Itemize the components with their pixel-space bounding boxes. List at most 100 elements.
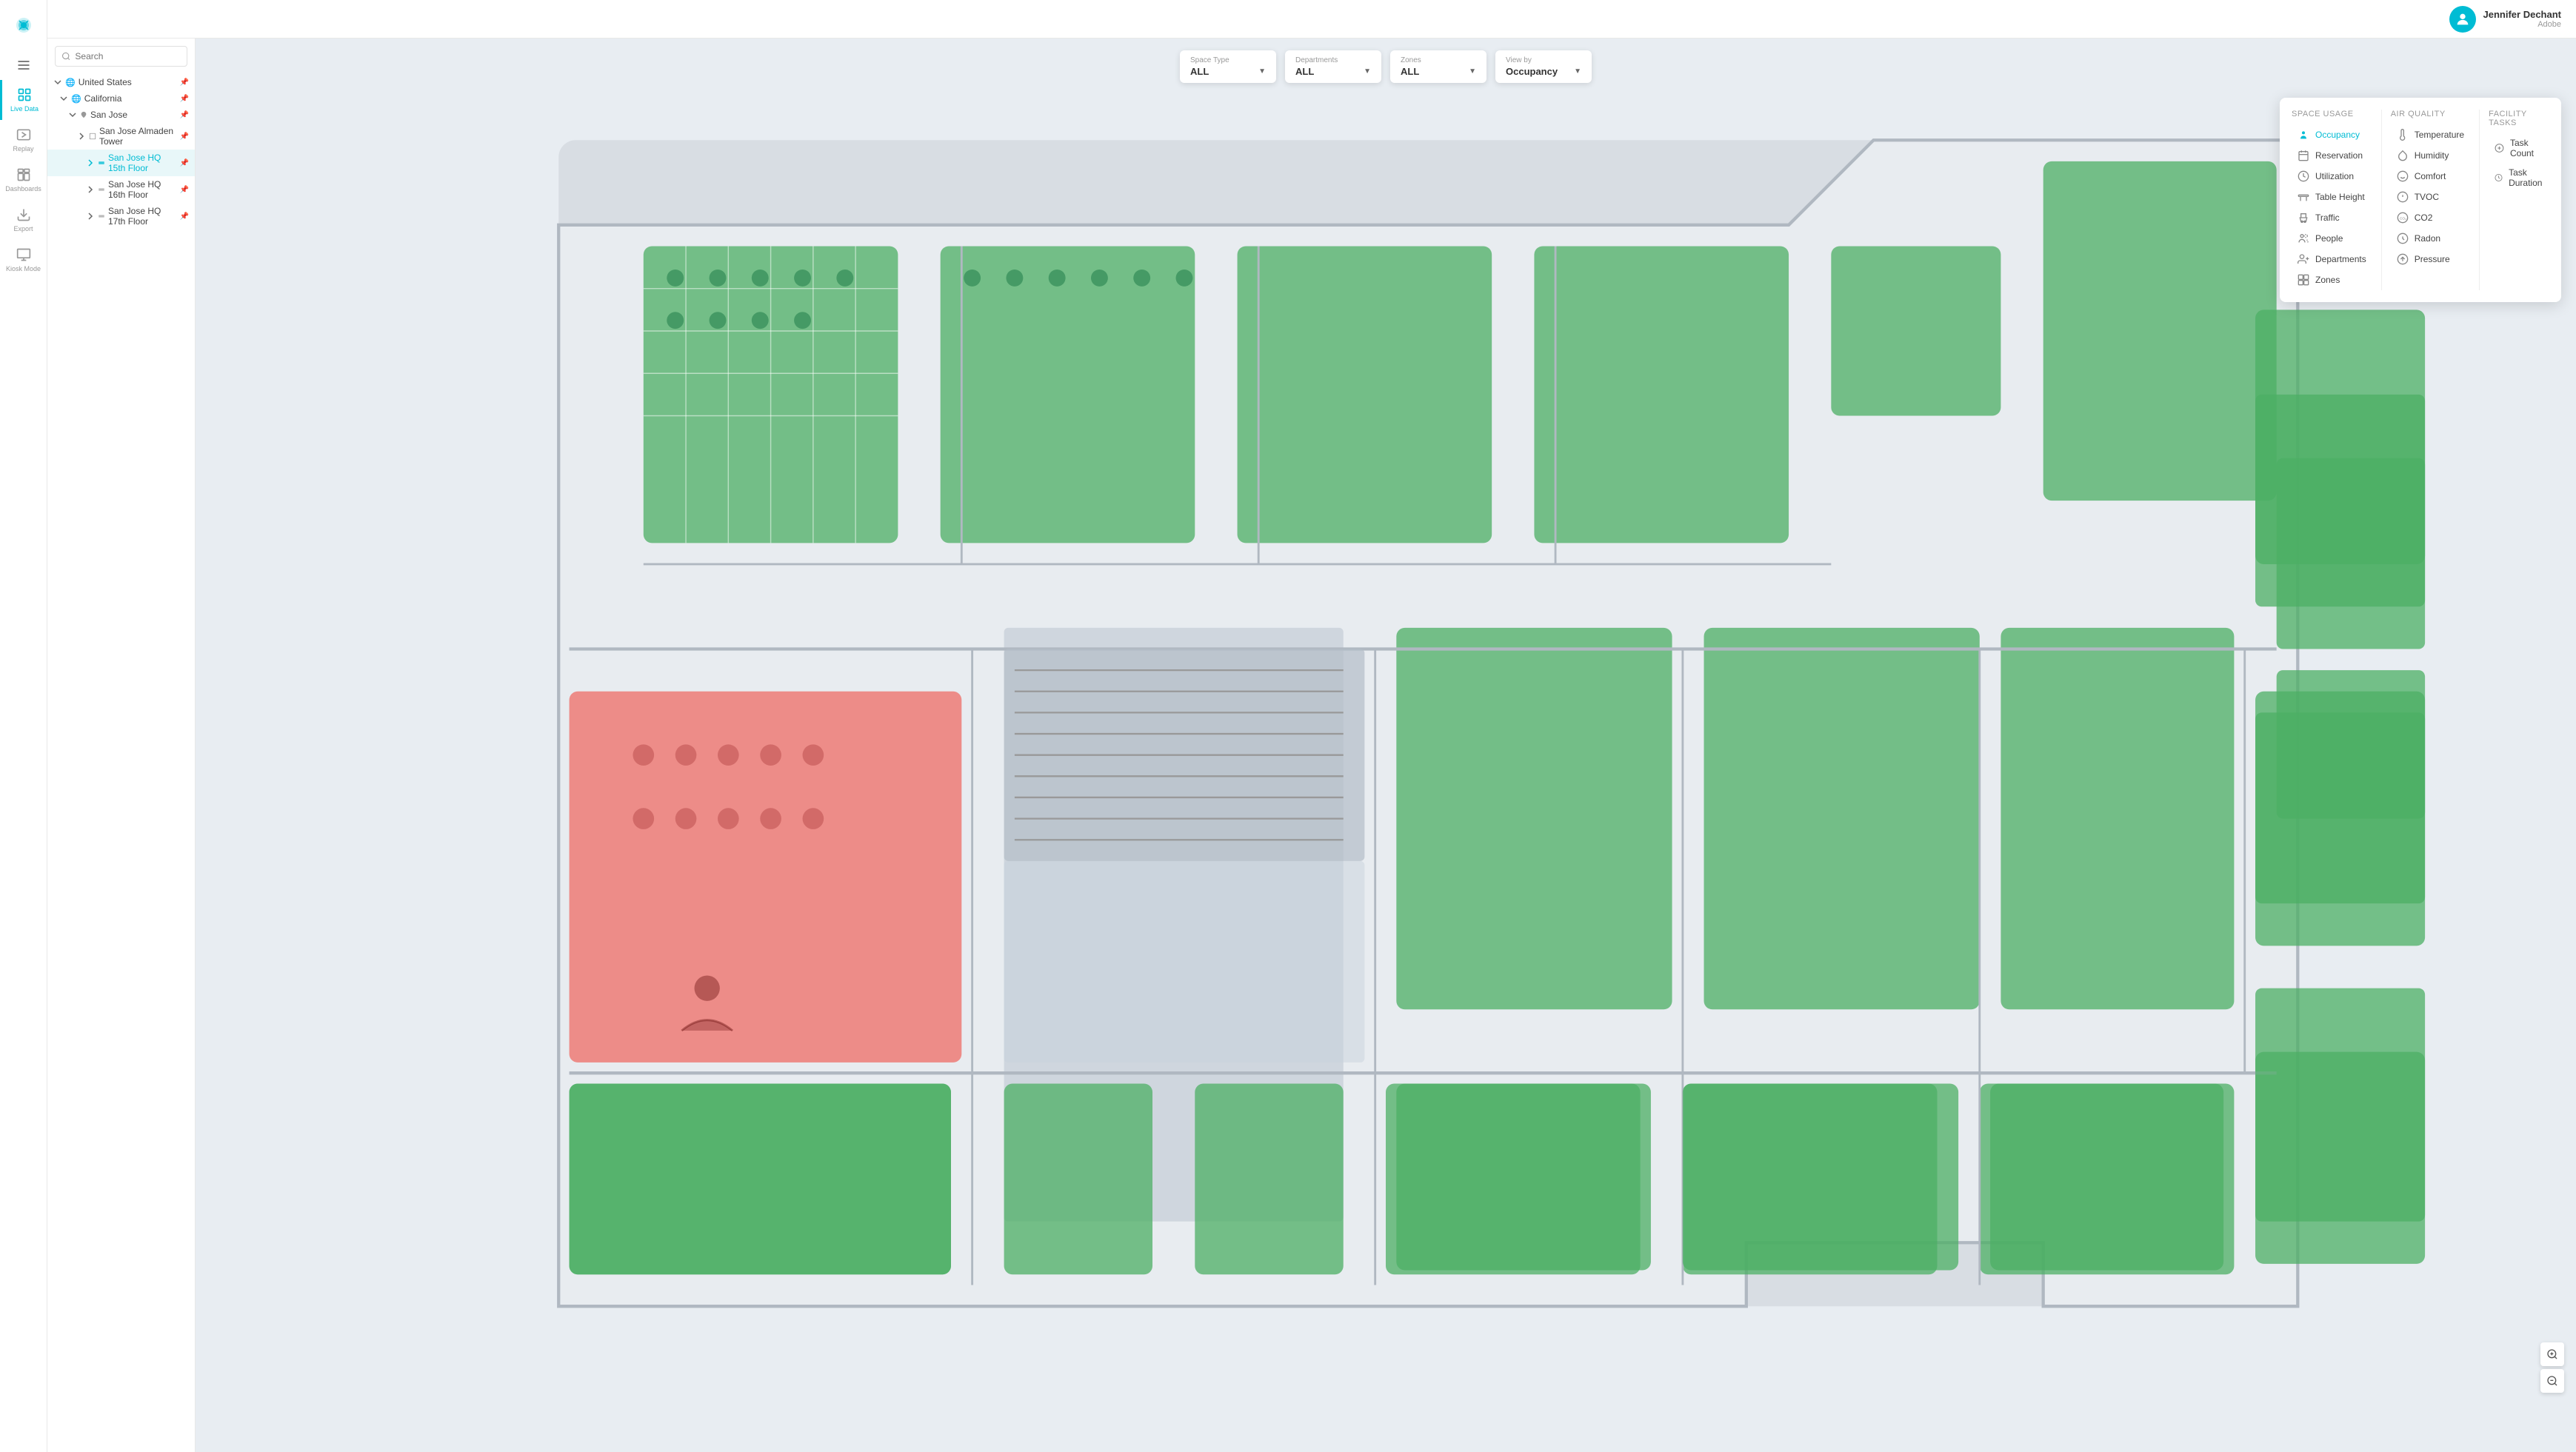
pin-icon-15: 📌	[180, 159, 189, 167]
view-option-utilization[interactable]: Utilization	[2292, 166, 2372, 187]
building-icon	[89, 133, 96, 140]
chevron-down-icon-ca	[59, 94, 68, 103]
view-option-people[interactable]: People	[2292, 228, 2372, 249]
tree-label-at: San Jose Almaden Tower	[99, 126, 180, 147]
tree-label-16: San Jose HQ 16th Floor	[108, 179, 180, 200]
sidebar-item-replay[interactable]: Replay	[0, 120, 47, 160]
zones-label: Zones	[1401, 56, 1476, 64]
departments-arrow: ▼	[1364, 67, 1371, 76]
chevron-down-icon	[53, 78, 62, 87]
view-option-co2[interactable]: CO₂ CO2	[2391, 207, 2470, 228]
temperature-icon	[2397, 129, 2409, 141]
search-box[interactable]	[55, 46, 187, 67]
sidebar-item-live-data[interactable]: Live Data	[0, 80, 47, 120]
pin-icon-ca: 📌	[180, 95, 189, 103]
occupancy-icon	[2298, 129, 2309, 141]
zoom-out-button[interactable]	[2540, 1369, 2564, 1393]
view-option-pressure[interactable]: Pressure	[2391, 249, 2470, 270]
air-quality-title: Air Quality	[2391, 110, 2470, 118]
floor-icon-17	[98, 213, 105, 220]
map-area: Space Type ALL ▼ Departments ALL ▼ Zones	[196, 39, 2576, 1452]
replay-icon	[16, 127, 31, 142]
space-type-label: Space Type	[1190, 56, 1266, 64]
view-option-traffic[interactable]: Traffic	[2292, 207, 2372, 228]
zoom-controls	[2540, 1342, 2564, 1393]
table-height-icon	[2298, 191, 2309, 203]
view-option-tvoc[interactable]: TVOC	[2391, 187, 2470, 207]
tree-item-california[interactable]: 🌐 California 📌	[47, 90, 195, 107]
view-option-comfort[interactable]: Comfort	[2391, 166, 2470, 187]
view-by-filter[interactable]: View by Occupancy ▼	[1495, 50, 1592, 83]
sidebar-item-kiosk[interactable]: Kiosk Mode	[0, 240, 47, 280]
cobundu-logo-icon	[13, 15, 34, 36]
utilization-icon	[2298, 170, 2309, 182]
space-type-filter[interactable]: Space Type ALL ▼	[1180, 50, 1276, 83]
main-content: Jennifer Dechant Adobe 🌐 United States �	[47, 0, 2576, 1452]
kiosk-label: Kiosk Mode	[6, 265, 41, 272]
view-option-table-height[interactable]: Table Height	[2292, 187, 2372, 207]
user-info: Jennifer Dechant Adobe	[2449, 6, 2561, 33]
view-option-temperature[interactable]: Temperature	[2391, 124, 2470, 145]
view-option-task-count[interactable]: Task Count	[2489, 133, 2552, 163]
view-option-zones[interactable]: Zones	[2292, 270, 2372, 290]
view-option-task-duration[interactable]: Task Duration	[2489, 163, 2552, 193]
tree-item-17th[interactable]: San Jose HQ 17th Floor 📌	[47, 203, 195, 230]
chevron-right-icon-at	[77, 132, 86, 141]
departments-value: ALL ▼	[1295, 66, 1371, 77]
sidebar: Live Data Replay Dashboards Export Kiosk…	[0, 0, 47, 1452]
filter-bar: Space Type ALL ▼ Departments ALL ▼ Zones	[1180, 50, 1592, 83]
tree-item-us[interactable]: 🌐 United States 📌	[47, 74, 195, 90]
tree-item-15th[interactable]: San Jose HQ 15th Floor 📌	[47, 150, 195, 176]
view-by-value: Occupancy ▼	[1506, 66, 1581, 77]
tree-item-almaden[interactable]: San Jose Almaden Tower 📌	[47, 123, 195, 150]
chevron-right-icon-17	[86, 212, 95, 221]
space-usage-options: Occupancy Reservation	[2292, 124, 2372, 290]
people-icon	[2298, 232, 2309, 244]
chevron-down-icon-sj	[68, 110, 77, 119]
comfort-icon	[2397, 170, 2409, 182]
kiosk-icon	[16, 247, 31, 262]
radon-icon	[2397, 232, 2409, 244]
pin-icon-us: 📌	[180, 78, 189, 87]
facility-tasks-title: Facility Tasks	[2489, 110, 2552, 127]
task-count-icon	[2495, 142, 2504, 154]
svg-text:CO₂: CO₂	[2400, 217, 2406, 221]
tree-item-16th[interactable]: San Jose HQ 16th Floor 📌	[47, 176, 195, 203]
space-usage-title: Space Usage	[2292, 110, 2372, 118]
view-by-arrow: ▼	[1574, 67, 1581, 76]
zones-filter[interactable]: Zones ALL ▼	[1390, 50, 1486, 83]
zones-arrow: ▼	[1469, 67, 1476, 76]
floor-plan-svg	[196, 98, 2576, 1370]
search-icon	[61, 51, 70, 61]
tree-label-17: San Jose HQ 17th Floor	[108, 206, 180, 227]
departments-filter[interactable]: Departments ALL ▼	[1285, 50, 1381, 83]
tree-label-15: San Jose HQ 15th Floor	[108, 153, 180, 173]
view-option-radon[interactable]: Radon	[2391, 228, 2470, 249]
hamburger-menu[interactable]	[0, 50, 47, 80]
sidebar-item-export[interactable]: Export	[0, 200, 47, 240]
view-by-label: View by	[1506, 56, 1581, 64]
tree-label-us: United States	[79, 77, 180, 87]
tree-label-sj: San Jose	[90, 110, 180, 120]
space-type-arrow: ▼	[1258, 67, 1266, 76]
view-option-humidity[interactable]: Humidity	[2391, 145, 2470, 166]
user-company: Adobe	[2483, 20, 2561, 29]
menu-icon	[16, 58, 31, 73]
view-option-occupancy[interactable]: Occupancy	[2292, 124, 2372, 145]
view-option-departments[interactable]: Departments	[2292, 249, 2372, 270]
sidebar-item-dashboards[interactable]: Dashboards	[0, 160, 47, 200]
task-duration-icon	[2495, 172, 2503, 184]
zones-value: ALL ▼	[1401, 66, 1476, 77]
zoom-in-button[interactable]	[2540, 1342, 2564, 1366]
location-icon	[80, 111, 87, 118]
avatar	[2449, 6, 2476, 33]
live-data-label: Live Data	[10, 105, 39, 113]
tree-item-sanjose[interactable]: San Jose 📌	[47, 107, 195, 123]
search-input[interactable]	[75, 51, 181, 61]
pressure-icon	[2397, 253, 2409, 265]
reservation-icon	[2298, 150, 2309, 161]
view-option-reservation[interactable]: Reservation	[2292, 145, 2372, 166]
dashboard-icon	[16, 167, 31, 182]
app-logo	[0, 9, 47, 50]
humidity-icon	[2397, 150, 2409, 161]
